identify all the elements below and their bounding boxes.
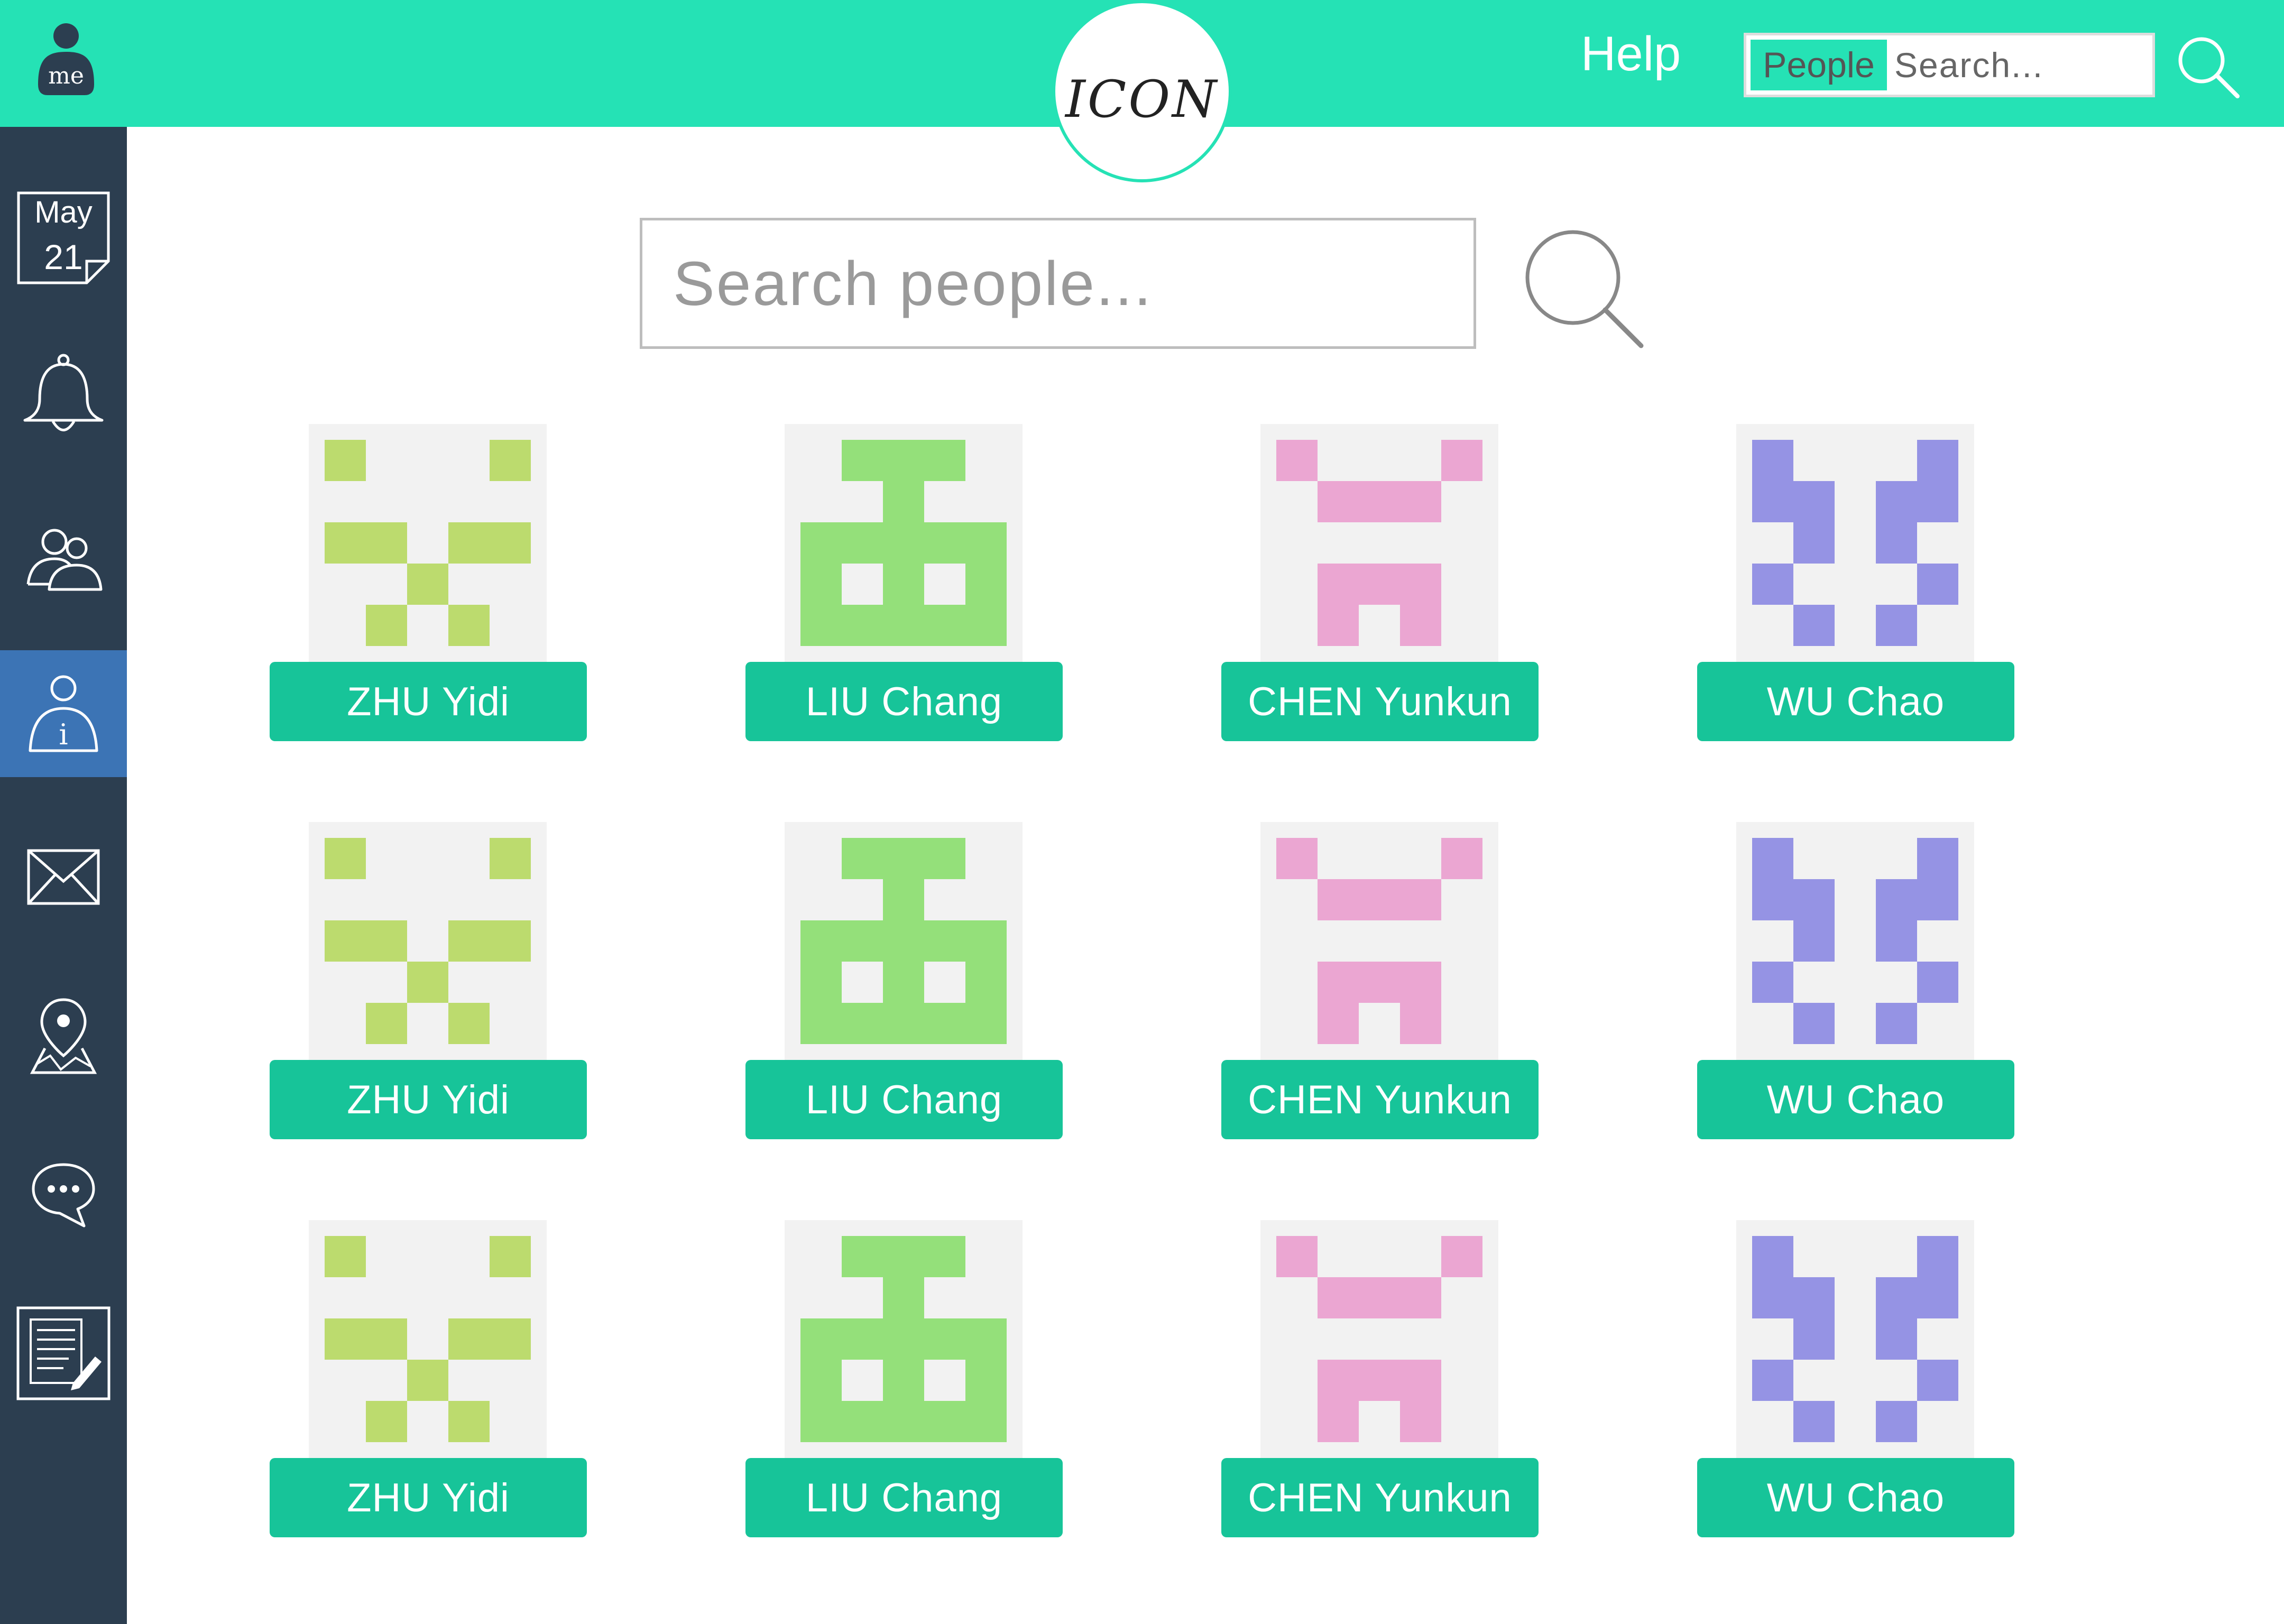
sidebar-item-notes[interactable]	[0, 1290, 127, 1417]
me-profile-icon[interactable]: me	[32, 21, 100, 100]
identicon-liu-icon	[800, 440, 1007, 646]
person-name-button[interactable]: CHEN Yunkun	[1221, 662, 1539, 741]
sidebar-item-mail[interactable]	[0, 814, 127, 941]
me-label: me	[48, 62, 84, 89]
identicon-chen-icon	[1276, 838, 1482, 1044]
person-name-button[interactable]: LIU Chang	[745, 662, 1063, 741]
person-info-icon: i	[29, 675, 98, 752]
identicon-avatar	[785, 822, 1023, 1060]
person-card[interactable]: LIU Chang	[745, 1220, 1063, 1537]
person-card[interactable]: WU Chao	[1697, 1220, 2014, 1537]
person-card[interactable]: LIU Chang	[745, 822, 1063, 1139]
search-icon[interactable]	[2174, 33, 2243, 102]
person-name-button[interactable]: WU Chao	[1697, 1458, 2014, 1537]
identicon-avatar	[1736, 822, 1974, 1060]
sidebar: May 21 i	[0, 127, 127, 1624]
people-search-box	[640, 218, 1476, 349]
person-card[interactable]: WU Chao	[1697, 424, 2014, 741]
identicon-zhu-icon	[325, 440, 531, 646]
identicon-wu-icon	[1752, 838, 1958, 1044]
identicon-chen-icon	[1276, 1236, 1482, 1442]
help-link[interactable]: Help	[1581, 26, 1681, 82]
identicon-chen-icon	[1276, 440, 1482, 646]
identicon-zhu-icon	[325, 838, 531, 1044]
person-card[interactable]: WU Chao	[1697, 822, 2014, 1139]
calendar-icon: May 21	[17, 191, 110, 284]
person-card[interactable]: ZHU Yidi	[270, 424, 587, 741]
edit-document-icon	[16, 1306, 110, 1400]
identicon-avatar	[309, 424, 547, 662]
identicon-avatar	[1736, 1220, 1974, 1458]
person-card[interactable]: CHEN Yunkun	[1221, 424, 1539, 741]
person-card[interactable]: LIU Chang	[745, 424, 1063, 741]
person-card[interactable]: CHEN Yunkun	[1221, 1220, 1539, 1537]
people-search-input[interactable]	[673, 242, 1440, 326]
person-name-button[interactable]: ZHU Yidi	[270, 662, 587, 741]
person-card[interactable]: ZHU Yidi	[270, 1220, 587, 1537]
sidebar-item-people[interactable]	[0, 497, 127, 624]
person-card[interactable]: CHEN Yunkun	[1221, 822, 1539, 1139]
identicon-zhu-icon	[325, 1236, 531, 1442]
svg-text:i: i	[59, 718, 68, 751]
person-name-button[interactable]: WU Chao	[1697, 1060, 2014, 1139]
identicon-liu-icon	[800, 1236, 1007, 1442]
person-name-button[interactable]: CHEN Yunkun	[1221, 1060, 1539, 1139]
identicon-avatar	[1736, 424, 1974, 662]
app-logo[interactable]: ICON	[1052, 0, 1232, 182]
person-name-button[interactable]: WU Chao	[1697, 662, 2014, 741]
identicon-avatar	[785, 424, 1023, 662]
bell-icon	[23, 354, 104, 431]
header-search-box: People	[1744, 33, 2155, 97]
identicon-liu-icon	[800, 838, 1007, 1044]
person-name-button[interactable]: CHEN Yunkun	[1221, 1458, 1539, 1537]
mail-icon	[27, 849, 100, 905]
person-name-button[interactable]: ZHU Yidi	[270, 1060, 587, 1139]
identicon-avatar	[1260, 424, 1498, 662]
identicon-avatar	[309, 1220, 547, 1458]
people-icon	[26, 529, 103, 591]
chat-icon	[32, 1163, 95, 1228]
logo-text: ICON	[1065, 69, 1219, 129]
person-name-button[interactable]: LIU Chang	[745, 1060, 1063, 1139]
person-name-button[interactable]: ZHU Yidi	[270, 1458, 587, 1537]
identicon-avatar	[785, 1220, 1023, 1458]
map-pin-icon	[30, 998, 97, 1074]
sidebar-item-chat[interactable]	[0, 1131, 127, 1258]
identicon-wu-icon	[1752, 440, 1958, 646]
identicon-wu-icon	[1752, 1236, 1958, 1442]
sidebar-item-location[interactable]	[0, 973, 127, 1100]
sidebar-item-calendar[interactable]: May 21	[0, 174, 127, 301]
header-search-input[interactable]	[1894, 41, 2148, 89]
person-name-button[interactable]: LIU Chang	[745, 1458, 1063, 1537]
identicon-avatar	[1260, 1220, 1498, 1458]
identicon-avatar	[309, 822, 547, 1060]
people-search-icon[interactable]	[1517, 222, 1650, 354]
sidebar-item-profile-info[interactable]: i	[0, 650, 127, 777]
calendar-month: May	[34, 195, 93, 229]
calendar-day: 21	[44, 237, 83, 276]
sidebar-item-notifications[interactable]	[0, 333, 127, 460]
search-scope-chip[interactable]: People	[1751, 40, 1887, 90]
person-card[interactable]: ZHU Yidi	[270, 822, 587, 1139]
identicon-avatar	[1260, 822, 1498, 1060]
